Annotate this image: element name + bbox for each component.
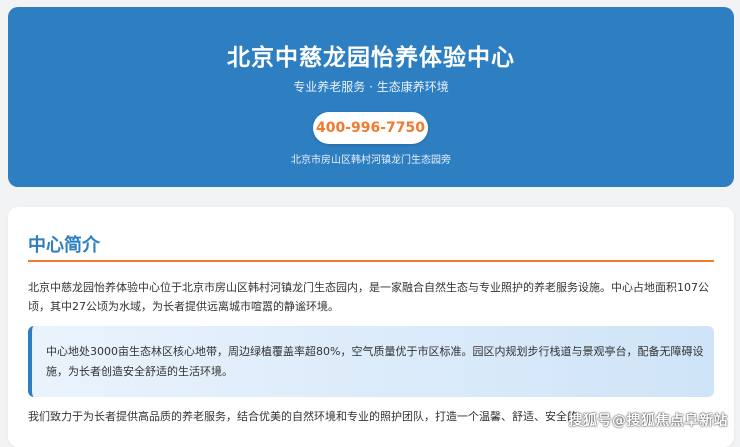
section-title: 中心简介 <box>28 235 100 256</box>
phone-call-button[interactable]: 400-996-7750 <box>313 112 428 144</box>
highlight-text: 中心地处3000亩生态林区核心地带，周边绿植覆盖率超80%，空气质量优于市区标准… <box>46 345 704 378</box>
page-title: 北京中慈龙园怡养体验中心 <box>227 45 515 71</box>
source-watermark: 搜狐号@搜狐焦点阜新站 <box>568 413 728 429</box>
hero-banner: 北京中慈龙园怡养体验中心 专业养老服务 · 生态康养环境 400-996-775… <box>8 7 734 187</box>
section-divider <box>28 260 714 262</box>
hero-subtitle: 专业养老服务 · 生态康养环境 <box>293 80 449 94</box>
intro-paragraph: 北京中慈龙园怡养体验中心位于北京市房山区韩村河镇龙门生态园内，是一家融合自然生态… <box>28 281 709 313</box>
highlight-box: 中心地处3000亩生态林区核心地带，周边绿植覆盖率超80%，空气质量优于市区标准… <box>28 326 714 397</box>
hero-address: 北京市房山区韩村河镇龙门生态园旁 <box>291 155 451 166</box>
